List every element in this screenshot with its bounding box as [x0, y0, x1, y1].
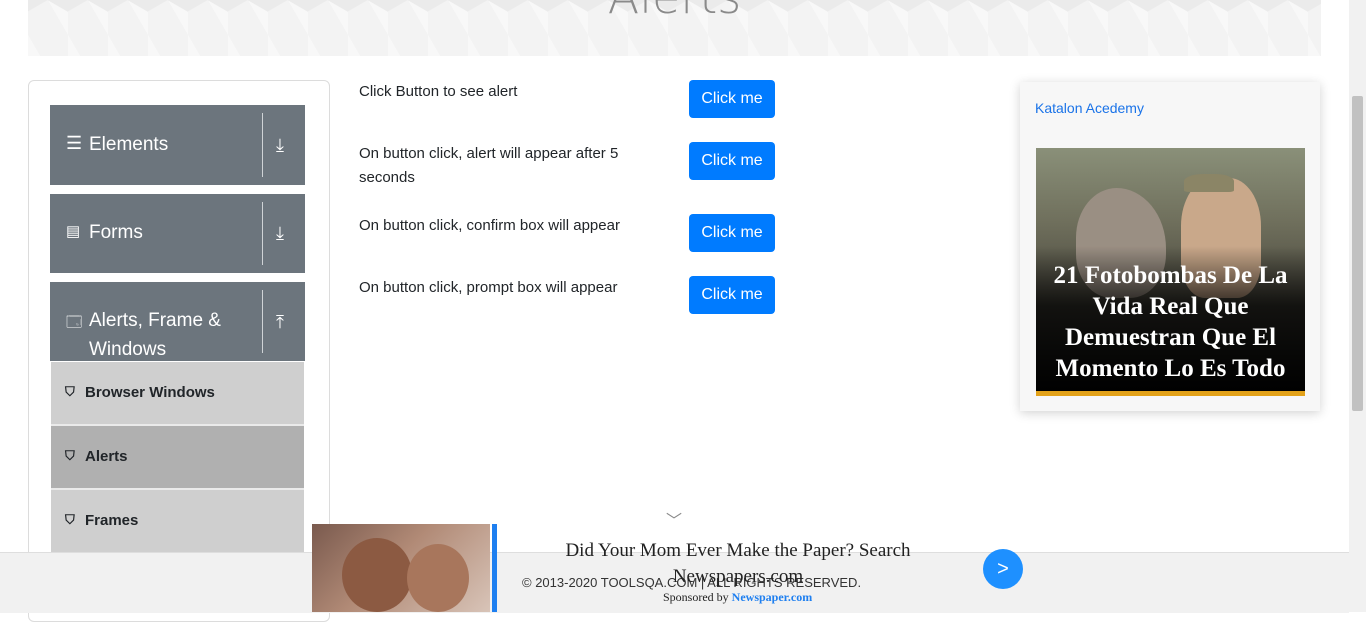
hat-figure	[1184, 174, 1234, 192]
ad-caption: 21 Fotobombas De La Vida Real Que Demues…	[1053, 262, 1288, 382]
sidebar-group-label: Elements	[89, 134, 169, 155]
ad-photo[interactable]	[312, 524, 490, 612]
next-arrow-button[interactable]: >	[983, 549, 1023, 589]
confirm-description: On button click, confirm box will appear	[359, 217, 620, 234]
document-icon: ▤	[66, 223, 81, 240]
sponsor-prefix: Sponsored by	[663, 590, 729, 604]
sidebar-group-elements[interactable]: ☰ Elements ⤓	[50, 105, 305, 185]
ad-accent-bar	[1036, 391, 1305, 396]
html5-icon: ⛉	[65, 384, 75, 399]
side-advertisement: Katalon Acedemy 21 Fotobombas De La Vida…	[1020, 82, 1320, 411]
divider	[262, 113, 263, 177]
timer-alert-button[interactable]: Click me	[689, 142, 775, 180]
menu-icon: ☰	[66, 133, 83, 153]
scrollbar-thumb[interactable]	[1352, 96, 1363, 411]
upload-icon[interactable]: ⤒	[276, 312, 284, 333]
sidebar-item-frames[interactable]: ⛉ Frames	[51, 490, 304, 554]
katalon-ad-link[interactable]: Katalon Acedemy	[1035, 100, 1144, 116]
sidebar-item-label: Frames	[85, 512, 139, 529]
divider	[262, 290, 263, 353]
download-icon[interactable]: ⤓	[276, 223, 284, 244]
sidebar: ☰ Elements ⤓ ▤ Forms ⤓ 🗔 Alerts, Frame &…	[28, 80, 330, 622]
ad-accent-bar	[492, 524, 497, 612]
bottom-advertisement[interactable]: Did Your Mom Ever Make the Paper? Search…	[312, 524, 1032, 612]
prompt-button[interactable]: Click me	[689, 276, 775, 314]
sidebar-group-label-line2: Windows	[89, 339, 167, 360]
alert-description: Click Button to see alert	[359, 83, 518, 100]
sponsor-link[interactable]: Newspaper.com	[732, 590, 813, 604]
sidebar-item-label: Alerts	[85, 448, 128, 465]
divider	[262, 202, 263, 265]
face-figure	[342, 538, 412, 612]
ad-headline[interactable]: Did Your Mom Ever Make the Paper? Search…	[548, 538, 928, 590]
page-title: Alerts	[28, 0, 1321, 24]
html5-icon: ⛉	[65, 512, 75, 527]
page-banner: Alerts	[28, 0, 1321, 56]
face-figure	[407, 544, 469, 612]
vertical-scrollbar[interactable]	[1349, 0, 1366, 612]
ad-image[interactable]: 21 Fotobombas De La Vida Real Que Demues…	[1036, 148, 1305, 396]
html5-icon: ⛉	[65, 448, 75, 463]
confirm-button[interactable]: Click me	[689, 214, 775, 252]
sidebar-item-label: Browser Windows	[85, 384, 215, 401]
timer-alert-description: On button click, alert will appear after…	[359, 145, 619, 186]
sidebar-group-label: Forms	[89, 222, 143, 243]
sidebar-group-alerts-frame-windows[interactable]: 🗔 Alerts, Frame & Windows ⤒	[50, 282, 305, 361]
window-icon: 🗔	[66, 314, 83, 331]
prompt-description: On button click, prompt box will appear	[359, 279, 618, 296]
ad-sponsor: Sponsored by Newspaper.com	[663, 590, 812, 605]
sidebar-group-forms[interactable]: ▤ Forms ⤓	[50, 194, 305, 273]
sidebar-item-browser-windows[interactable]: ⛉ Browser Windows	[51, 362, 304, 426]
alert-button[interactable]: Click me	[689, 80, 775, 118]
sidebar-item-alerts[interactable]: ⛉ Alerts	[51, 426, 304, 490]
download-icon[interactable]: ⤓	[276, 135, 284, 156]
sidebar-group-label-line1: Alerts, Frame &	[89, 310, 221, 331]
